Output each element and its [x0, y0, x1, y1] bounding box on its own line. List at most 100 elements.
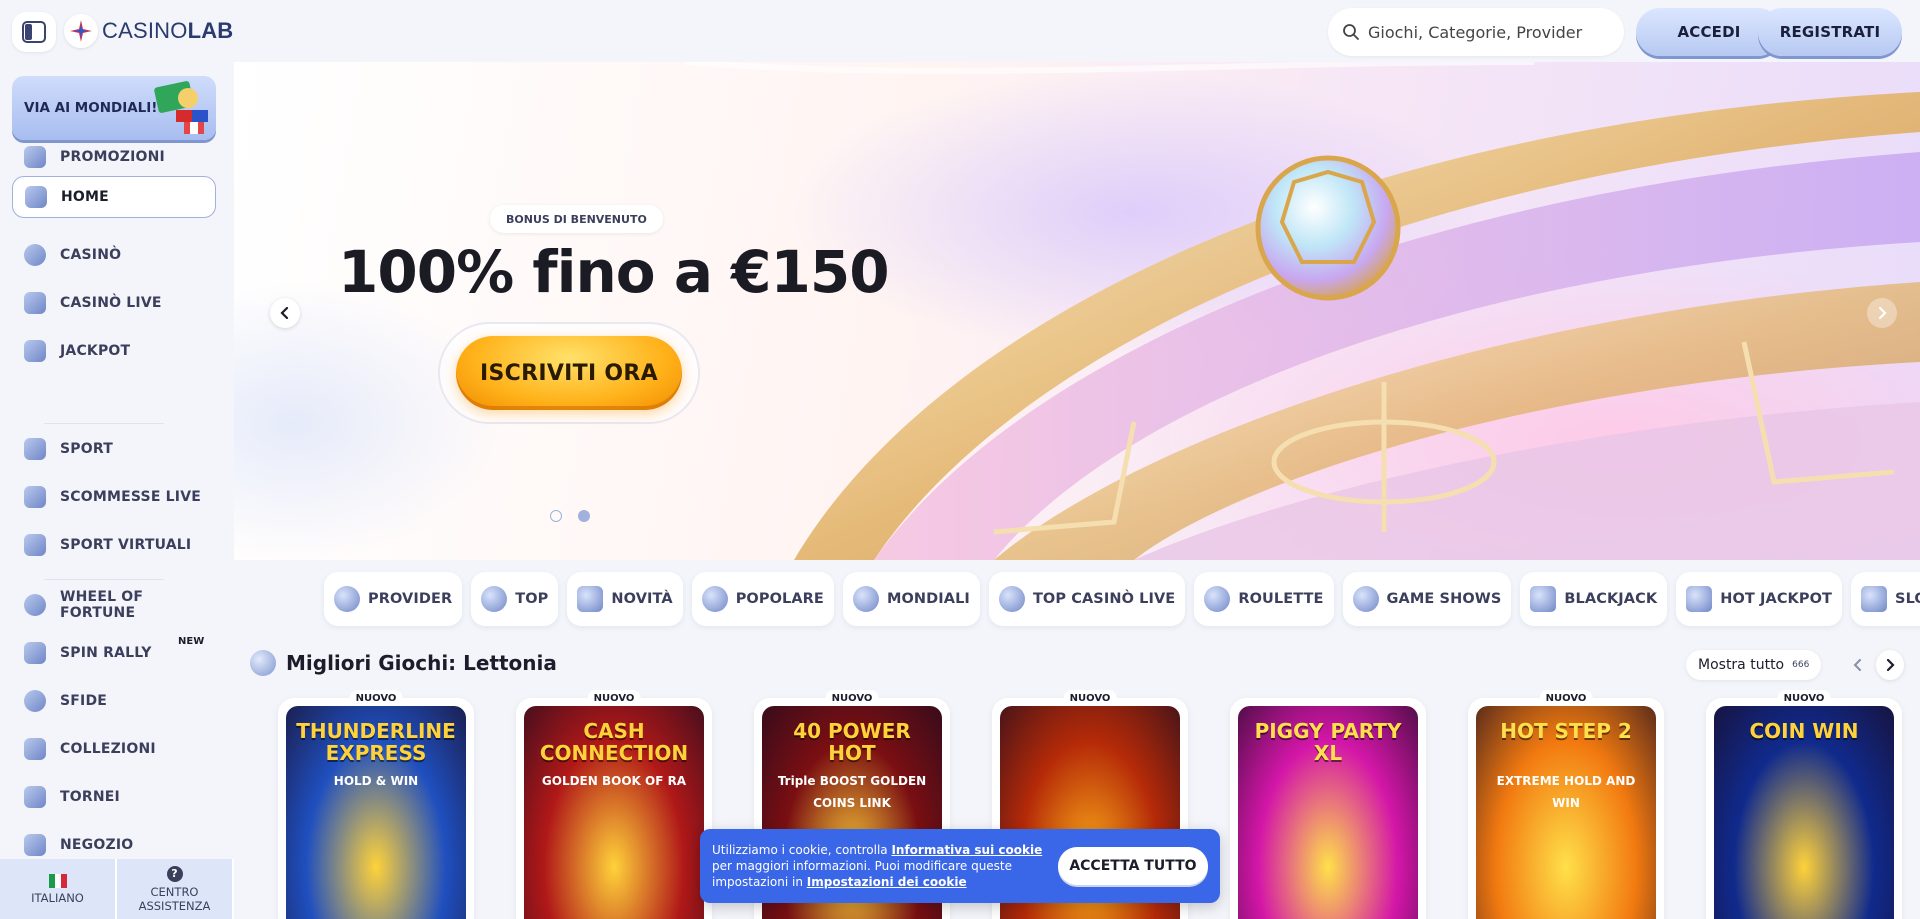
chip-top[interactable]: TOP: [471, 572, 559, 626]
chip-label: HOT JACKPOT: [1720, 591, 1833, 607]
chevron-right-icon: [1886, 659, 1895, 671]
jackpot-icon: [24, 340, 46, 362]
sidebar-item-home[interactable]: HOME: [12, 176, 216, 218]
promo-banner-label: VIA AI MONDIALI!: [24, 100, 158, 116]
new-game-badge: NUOVO: [825, 690, 879, 706]
game-card[interactable]: NUOVO CASH CONNECTION GOLDEN BOOK OF RA: [516, 690, 712, 919]
chip-label: PROVIDER: [368, 591, 453, 607]
world-cup-art-icon: [154, 81, 208, 134]
chip-label: ROULETTE: [1238, 591, 1324, 607]
casinolab-logo[interactable]: CASINOLAB: [64, 14, 233, 48]
chip-top-casino-live[interactable]: TOP CASINÒ LIVE: [988, 572, 1186, 626]
game-title: COIN WIN: [1749, 719, 1859, 743]
live-bet-icon: [24, 486, 46, 508]
cookie-policy-link[interactable]: Informativa sui cookie: [891, 843, 1042, 857]
chip-popolare[interactable]: POPOLARE: [691, 572, 834, 626]
sidebar-item-promozioni[interactable]: PROMOZIONI: [12, 136, 216, 178]
game-title: CASH CONNECTION: [539, 719, 689, 765]
chip-label: NOVITÀ: [611, 591, 673, 607]
game-thumbnail: THUNDERLINE EXPRESS HOLD & WIN: [286, 706, 466, 919]
world-cup-promo-banner[interactable]: VIA AI MONDIALI!: [12, 76, 216, 140]
chip-slot[interactable]: SLOT: [1851, 572, 1920, 626]
game-card[interactable]: NUOVO HOT STEP 2 EXTREME HOLD AND WIN: [1468, 690, 1664, 919]
logo-star-icon: [64, 14, 98, 48]
chip-blackjack[interactable]: BLACKJACK: [1520, 572, 1668, 626]
sidebar-divider: [44, 579, 164, 580]
cookie-settings-link[interactable]: Impostazioni dei cookie: [807, 875, 967, 889]
chip-label: TOP: [515, 591, 549, 607]
game-card[interactable]: PIGGY PARTY XL: [1230, 690, 1426, 919]
game-card[interactable]: NUOVO COIN WIN: [1706, 690, 1902, 919]
hero-banner[interactable]: BONUS DI BENVENUTO 100% fino a €150 ISCR…: [234, 62, 1920, 560]
register-button[interactable]: REGISTRATI: [1758, 8, 1902, 56]
game-card[interactable]: NUOVO THUNDERLINE EXPRESS HOLD & WIN: [278, 690, 474, 919]
sidebar-item-jackpot[interactable]: JACKPOT: [12, 330, 216, 372]
sidebar-item-sport-virtuali[interactable]: SPORT VIRTUALI: [12, 524, 216, 566]
football-icon: [852, 586, 879, 612]
new-game-badge: NUOVO: [349, 690, 403, 706]
star-badge-icon: [481, 586, 508, 612]
new-badge: NEW: [178, 636, 205, 647]
chip-game-shows[interactable]: GAME SHOWS: [1342, 572, 1512, 626]
sidebar-item-label: HOME: [61, 189, 109, 205]
sidebar-item-scommesse-live[interactable]: SCOMMESSE LIVE: [12, 476, 216, 518]
sidebar-item-sport[interactable]: SPORT: [12, 428, 216, 470]
game-title: PIGGY PARTY XL: [1254, 719, 1402, 765]
games-next-button[interactable]: [1876, 650, 1904, 680]
sidebar-item-label: CASINÒ: [60, 247, 122, 263]
chip-hot-jackpot[interactable]: HOT JACKPOT: [1676, 572, 1843, 626]
game-subtitle: Triple BOOST GOLDEN COINS LINK: [777, 774, 927, 810]
chip-label: SLOT: [1895, 591, 1920, 607]
accept-all-cookies-button[interactable]: ACCETTA TUTTO: [1057, 847, 1208, 885]
slot-machine-icon: [1861, 586, 1888, 612]
jackpot-icon: [1686, 586, 1713, 612]
new-game-badge: NUOVO: [1777, 690, 1831, 706]
games-prev-button[interactable]: [1844, 650, 1872, 680]
chip-novita[interactable]: NOVITÀ: [567, 572, 683, 626]
home-icon: [25, 186, 47, 208]
game-subtitle: HOLD & WIN: [333, 774, 419, 788]
game-title: HOT STEP 2: [1500, 719, 1632, 743]
new-game-badge: NUOVO: [1063, 690, 1117, 706]
sidebar-item-casino[interactable]: CASINÒ: [12, 234, 216, 276]
star-badge-icon: [250, 650, 276, 676]
sidebar-item-wheel-of-fortune[interactable]: WHEEL OF FORTUNE: [12, 584, 216, 626]
chip-label: POPOLARE: [735, 591, 824, 607]
card-icon: [1530, 586, 1557, 612]
signup-now-button[interactable]: ISCRIVITI ORA: [456, 336, 682, 410]
sidebar-item-casino-live[interactable]: CASINÒ LIVE: [12, 282, 216, 324]
provider-icon: [334, 586, 360, 612]
new-game-badge: NUOVO: [1539, 690, 1593, 706]
sidebar-item-label: JACKPOT: [60, 343, 131, 359]
show-all-button[interactable]: Mostra tutto 666: [1686, 650, 1822, 680]
logo-text: CASINOLAB: [102, 18, 234, 43]
game-thumbnail: HOT STEP 2 EXTREME HOLD AND WIN: [1476, 706, 1656, 919]
flag-icon: [24, 642, 46, 664]
hero-prev-button[interactable]: [270, 298, 300, 328]
new-icon: [577, 586, 604, 612]
chip-roulette[interactable]: ROULETTE: [1194, 572, 1334, 626]
chip-provider[interactable]: PROVIDER: [324, 572, 463, 626]
section-header: Migliori Giochi: Lettonia: [250, 650, 557, 676]
sidebar-item-label: SPIN RALLY: [60, 645, 152, 661]
new-game-badge: NUOVO: [587, 690, 641, 706]
hero-pagination: [550, 510, 590, 522]
game-thumbnail: PIGGY PARTY XL: [1238, 706, 1418, 919]
sidebar-item-label: SPORT: [60, 441, 113, 457]
live-star-icon: [998, 586, 1025, 612]
roulette-icon: [1204, 586, 1231, 612]
hero-stadium-art: [683, 62, 1920, 560]
hero-next-button[interactable]: [1867, 298, 1897, 328]
virtual-sport-icon: [24, 534, 46, 556]
hero-dot-2[interactable]: [578, 510, 590, 522]
search-input[interactable]: [1368, 22, 1598, 42]
cookie-text: Utilizziamo i cookie, controlla Informat…: [712, 843, 1043, 889]
sidebar-toggle-button[interactable]: [12, 12, 56, 52]
chip-mondiali[interactable]: MONDIALI: [842, 572, 980, 626]
chevron-right-icon: [1878, 307, 1887, 319]
star-icon: [701, 586, 728, 612]
search-box[interactable]: [1328, 8, 1624, 56]
hero-dot-1[interactable]: [550, 510, 562, 522]
game-show-icon: [1352, 586, 1379, 612]
welcome-bonus-tag: BONUS DI BENVENUTO: [490, 205, 663, 233]
